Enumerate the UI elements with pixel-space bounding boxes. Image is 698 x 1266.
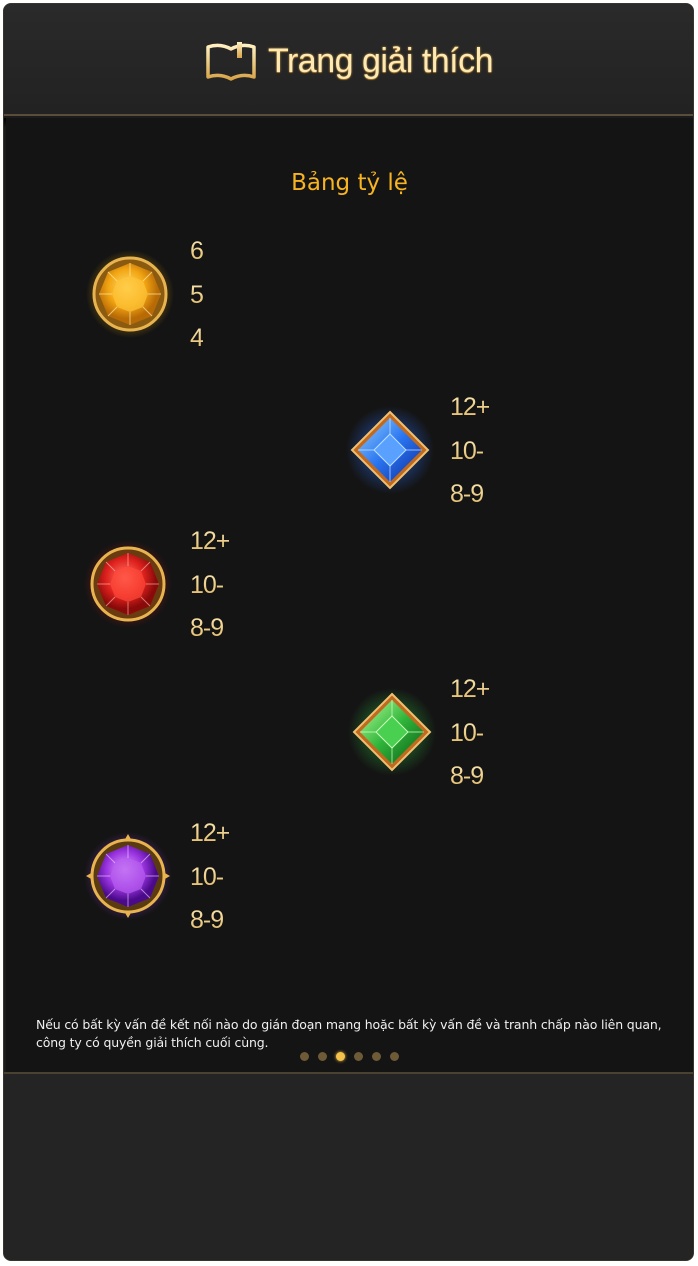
- page-dot-active[interactable]: [336, 1052, 345, 1061]
- disclaimer-text: Nếu có bất kỳ vấn đề kết nối nào do gián…: [36, 1017, 662, 1050]
- page-dot[interactable]: [390, 1052, 399, 1061]
- page-indicator: [300, 1052, 399, 1061]
- payout-count: 10-11: [190, 856, 229, 935]
- page-dot[interactable]: [318, 1052, 327, 1061]
- footer-bar: [4, 1072, 693, 1260]
- payout-count: 8-9: [450, 473, 489, 517]
- header: Trang giải thích: [4, 4, 693, 116]
- payout-count: 5: [190, 274, 204, 318]
- paytable-page[interactable]: Bảng tỷ lệ 6 5 4 12+ 10- 8-9 12+ 10- 8-9…: [6, 118, 693, 1072]
- page-dot[interactable]: [300, 1052, 309, 1061]
- page-dot[interactable]: [372, 1052, 381, 1061]
- yellow-gem-icon: [86, 250, 174, 338]
- payout-count: 10-11: [450, 712, 489, 791]
- page-dot[interactable]: [354, 1052, 363, 1061]
- help-panel: Trang giải thích Bảng tỷ lệ 6 5 4 12+ 10…: [3, 3, 694, 1261]
- purple-gem-icon: [84, 832, 172, 920]
- page-title: Trang giải thích: [267, 41, 494, 80]
- payout-count: 6: [190, 230, 204, 274]
- open-book-icon: [204, 39, 258, 83]
- payout-count: 8-9: [450, 755, 489, 799]
- payout-count: 10-11: [190, 564, 229, 643]
- payout-count: 4: [190, 317, 204, 361]
- payout-count: 12+: [190, 812, 230, 856]
- payout-count: 8-9: [190, 899, 229, 943]
- paytable-title: Bảng tỷ lệ: [291, 170, 408, 196]
- payout-count: 12+: [450, 386, 490, 430]
- green-gem-icon: [348, 688, 436, 776]
- payout-count: 12+: [450, 668, 490, 712]
- payout-count: 8-9: [190, 607, 229, 651]
- red-gem-icon: [84, 540, 172, 628]
- payout-count: 10-11: [450, 430, 489, 509]
- blue-gem-icon: [346, 406, 434, 494]
- payout-count: 12+: [190, 520, 230, 564]
